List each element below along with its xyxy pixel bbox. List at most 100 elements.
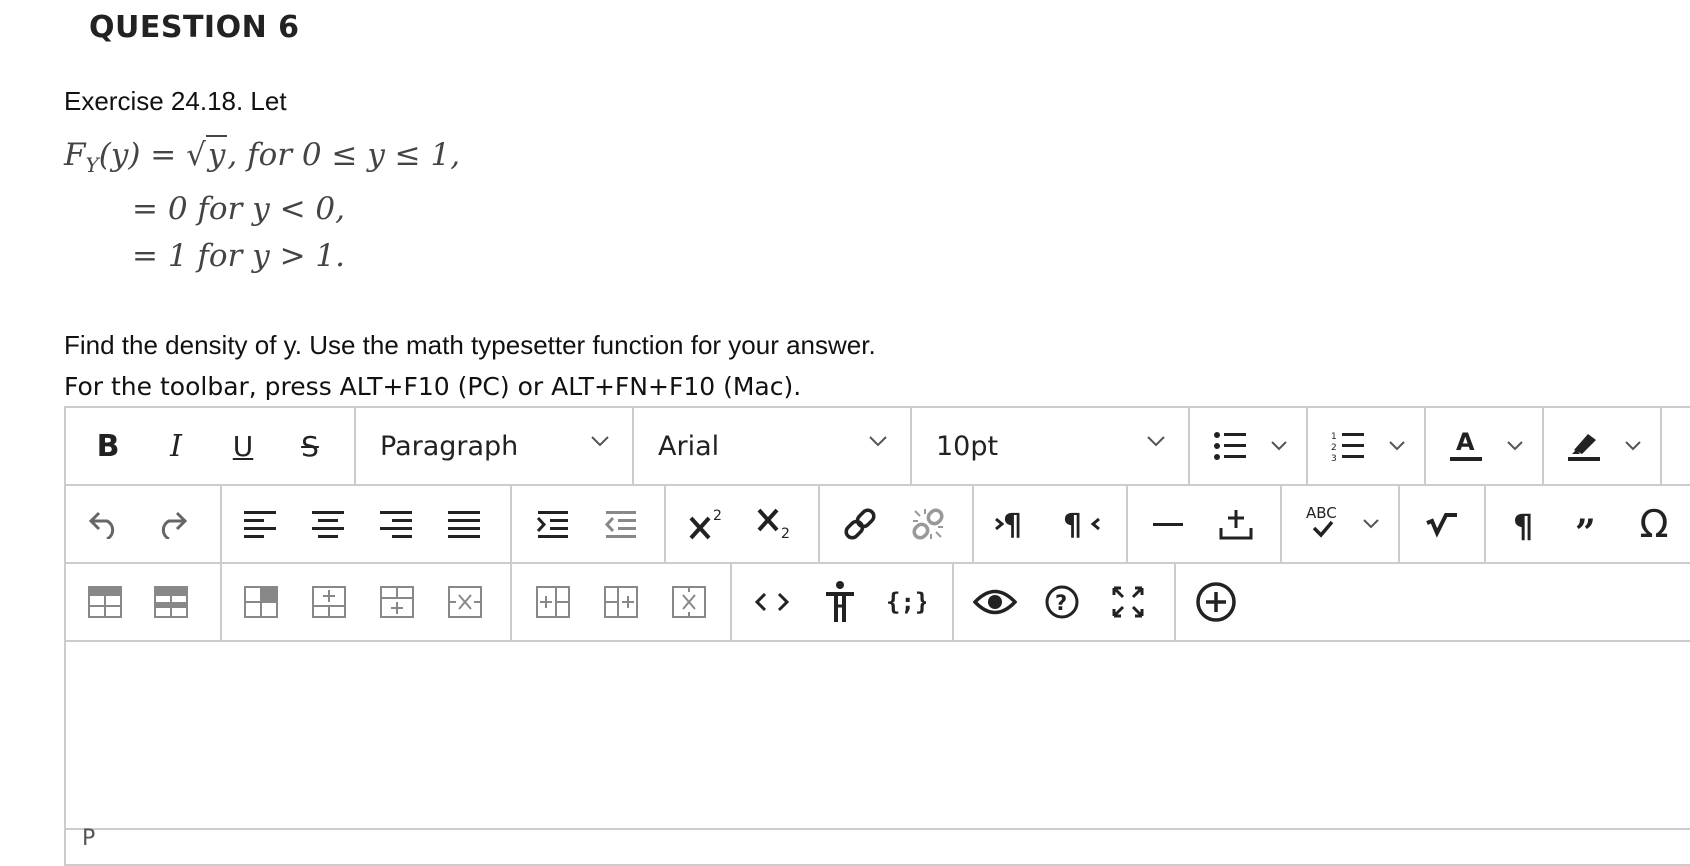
spellcheck-group: ABC bbox=[1282, 486, 1400, 562]
align-right-icon[interactable] bbox=[378, 508, 414, 540]
col-delete-icon[interactable] bbox=[670, 584, 708, 620]
cell-icon[interactable] bbox=[242, 584, 280, 620]
superscript-icon[interactable]: 2 bbox=[686, 504, 730, 544]
align-center-icon[interactable] bbox=[310, 508, 346, 540]
font-family-value: Arial bbox=[658, 430, 720, 462]
math-line-3: = 1 for y > 1. bbox=[132, 238, 345, 274]
accessibility-icon[interactable] bbox=[820, 580, 860, 624]
bullet-list-icon[interactable] bbox=[1210, 428, 1250, 464]
underline-icon[interactable]: U bbox=[223, 426, 263, 466]
svg-text:¶: ¶ bbox=[1063, 508, 1082, 541]
svg-text:2: 2 bbox=[713, 508, 722, 524]
svg-text:”: ” bbox=[1575, 512, 1596, 541]
editor-content-area[interactable] bbox=[66, 642, 1690, 830]
col-insert-after-icon[interactable] bbox=[602, 584, 640, 620]
bold-icon[interactable]: B bbox=[88, 426, 128, 466]
svg-text:2: 2 bbox=[781, 526, 790, 542]
spellcheck-label: ABC bbox=[1306, 504, 1337, 522]
cell-group bbox=[222, 564, 512, 640]
sqrt-sign: √ bbox=[186, 137, 206, 173]
table-props-icon[interactable] bbox=[152, 584, 190, 620]
link-group bbox=[820, 486, 974, 562]
toolbar-row-3: {;} ? bbox=[66, 564, 1690, 642]
row-insert-after-icon[interactable] bbox=[378, 584, 416, 620]
indent-icon[interactable] bbox=[534, 508, 570, 540]
strikethrough-icon[interactable]: S bbox=[290, 426, 330, 466]
chevron-down-icon[interactable] bbox=[1362, 518, 1380, 530]
link-icon[interactable] bbox=[840, 504, 880, 544]
misc-group: ¶ ” Ω bbox=[1486, 486, 1690, 562]
script-group: 2 2 bbox=[666, 486, 820, 562]
preview-icon[interactable] bbox=[972, 582, 1018, 622]
chevron-down-icon[interactable] bbox=[1388, 440, 1406, 452]
indent-group bbox=[512, 486, 666, 562]
blockquote-icon[interactable]: ” bbox=[1570, 504, 1610, 544]
column-group bbox=[512, 564, 732, 640]
fullscreen-icon[interactable] bbox=[1108, 582, 1148, 622]
highlight-group bbox=[1544, 408, 1662, 484]
math-icon[interactable] bbox=[1422, 504, 1462, 544]
text-color-icon[interactable]: A bbox=[1446, 424, 1486, 464]
font-family-select[interactable]: Arial bbox=[634, 408, 912, 484]
justify-icon[interactable] bbox=[446, 508, 482, 540]
insert-anchor-icon[interactable] bbox=[1216, 504, 1256, 544]
svg-text:¶: ¶ bbox=[1513, 507, 1533, 541]
chevron-down-icon[interactable] bbox=[1506, 440, 1524, 452]
direction-group: ¶ ¶ bbox=[974, 486, 1128, 562]
svg-text:A: A bbox=[1456, 428, 1475, 456]
rtl-icon[interactable]: ¶ bbox=[1062, 504, 1102, 544]
chevron-down-icon[interactable] bbox=[1270, 440, 1288, 452]
text-color-group: A bbox=[1426, 408, 1544, 484]
svg-text:¶: ¶ bbox=[1003, 508, 1022, 541]
ltr-icon[interactable]: ¶ bbox=[994, 504, 1034, 544]
svg-text:3: 3 bbox=[1331, 454, 1337, 462]
add-content-icon[interactable] bbox=[1194, 580, 1238, 624]
highlight-icon[interactable] bbox=[1564, 424, 1604, 464]
math-group bbox=[1400, 486, 1486, 562]
col-insert-before-icon[interactable] bbox=[534, 584, 572, 620]
chevron-down-icon bbox=[869, 436, 887, 447]
font-size-select[interactable]: 10pt bbox=[912, 408, 1190, 484]
math-line-2: = 0 for y < 0, bbox=[132, 191, 345, 227]
source-code-icon[interactable] bbox=[752, 582, 792, 622]
redo-icon[interactable] bbox=[152, 504, 192, 544]
insert-group bbox=[1128, 486, 1282, 562]
outdent-icon[interactable] bbox=[602, 508, 638, 540]
add-content-group bbox=[1176, 564, 1276, 640]
italic-icon[interactable]: I bbox=[156, 426, 196, 466]
align-left-icon[interactable] bbox=[242, 508, 278, 540]
chevron-down-icon[interactable] bbox=[1624, 440, 1642, 452]
alignment-group bbox=[222, 486, 512, 562]
numbered-list-group: 123 bbox=[1308, 408, 1426, 484]
math-f: F bbox=[64, 137, 86, 173]
exercise-label: Exercise 24.18. Let bbox=[64, 86, 287, 116]
show-blocks-icon[interactable]: ¶ bbox=[1506, 504, 1546, 544]
row-insert-before-icon[interactable] bbox=[310, 584, 348, 620]
question-title: QUESTION 6 bbox=[89, 10, 300, 45]
undo-icon[interactable] bbox=[84, 504, 124, 544]
format-group: B I U S bbox=[66, 408, 356, 484]
spellcheck-icon[interactable]: ABC bbox=[1302, 500, 1346, 544]
table-icon[interactable] bbox=[86, 584, 124, 620]
special-char-icon[interactable]: Ω bbox=[1632, 502, 1676, 546]
toolbar-row-2: 2 2 ¶ ¶ ABC ¶ ” Ω bbox=[66, 486, 1690, 564]
toolbar-hint: For the toolbar, press ALT+F10 (PC) or A… bbox=[64, 372, 802, 401]
font-size-value: 10pt bbox=[936, 430, 999, 462]
math-arg: (y) = bbox=[98, 137, 187, 173]
block-format-select[interactable]: Paragraph bbox=[356, 408, 634, 484]
chevron-down-icon bbox=[1147, 436, 1165, 447]
code-sample-icon[interactable]: {;} bbox=[884, 582, 928, 622]
row-delete-icon[interactable] bbox=[446, 584, 484, 620]
subscript-icon[interactable]: 2 bbox=[754, 504, 798, 544]
numbered-list-icon[interactable]: 123 bbox=[1328, 428, 1368, 464]
table-group bbox=[66, 564, 222, 640]
bullet-list-group bbox=[1190, 408, 1308, 484]
chevron-down-icon bbox=[591, 436, 609, 447]
block-format-value: Paragraph bbox=[380, 430, 519, 462]
help-icon[interactable]: ? bbox=[1042, 582, 1082, 622]
svg-text:1: 1 bbox=[1331, 432, 1337, 442]
unlink-icon[interactable] bbox=[908, 504, 948, 544]
svg-text:2: 2 bbox=[1331, 443, 1337, 453]
rich-text-editor[interactable]: B I U S Paragraph Arial 10pt 123 A 2 2 ¶… bbox=[64, 406, 1690, 866]
horizontal-rule-icon[interactable] bbox=[1148, 504, 1188, 544]
